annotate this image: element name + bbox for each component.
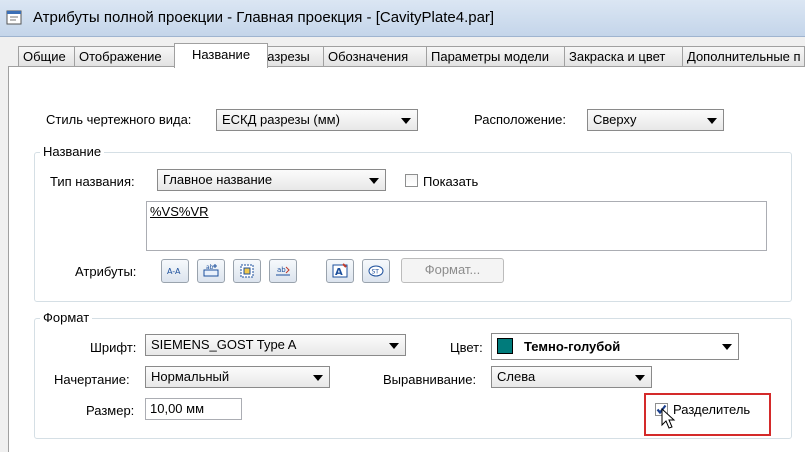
drawing-view-style-label: Стиль чертежного вида: <box>46 112 192 127</box>
underline-field-icon: ab <box>276 266 290 276</box>
tab-annotations[interactable]: Обозначения <box>323 46 427 66</box>
alignment-value: Слева <box>497 369 536 384</box>
font-style-value: Нормальный <box>151 369 230 384</box>
chevron-down-icon <box>722 344 732 350</box>
drawing-view-style-value: ЕСКД разрезы (мм) <box>222 112 340 127</box>
window-title: Атрибуты полной проекции - Главная проек… <box>33 9 495 26</box>
symbol-button[interactable]: ST <box>362 259 390 283</box>
app-icon <box>6 10 22 25</box>
name-type-value: Главное название <box>163 172 273 187</box>
attributes-label: Атрибуты: <box>75 264 137 279</box>
tab-model-parameters[interactable]: Параметры модели <box>426 46 565 66</box>
format-button[interactable]: Формат... <box>401 258 504 283</box>
font-value: SIEMENS_GOST Type A <box>151 337 297 352</box>
section-label-button[interactable]: A-A <box>161 259 189 283</box>
svg-text:ab: ab <box>206 264 214 271</box>
svg-text:ST: ST <box>372 269 380 276</box>
tab-display[interactable]: Отображение <box>74 46 187 66</box>
separator-label: Разделитель <box>673 402 751 417</box>
name-group-title: Название <box>40 144 105 159</box>
size-label: Размер: <box>86 403 135 418</box>
tab-shading-color[interactable]: Закраска и цвет <box>564 46 683 66</box>
font-label: Шрифт: <box>90 340 137 355</box>
color-value: Темно-голубой <box>524 339 621 354</box>
table-field-icon <box>240 264 254 278</box>
insert-property-button[interactable]: ab <box>197 259 225 283</box>
drawing-view-style-combo[interactable]: ЕСКД разрезы (мм) <box>216 109 418 131</box>
section-label-icon: A-A <box>167 267 181 276</box>
insert-property-icon: ab <box>203 264 219 277</box>
title-bar: Атрибуты полной проекции - Главная проек… <box>0 0 805 37</box>
chevron-down-icon <box>389 343 399 349</box>
svg-text:A: A <box>335 267 343 278</box>
tab-name[interactable]: Название <box>174 43 268 68</box>
text-format-button[interactable]: A <box>326 259 354 283</box>
tab-strip: Общие Отображение Название Разрезы Обозн… <box>14 43 805 68</box>
font-style-label: Начертание: <box>54 372 130 387</box>
color-combo[interactable]: Темно-голубой <box>491 333 739 360</box>
svg-text:A-A: A-A <box>167 267 181 276</box>
tab-general[interactable]: Общие <box>18 46 75 66</box>
underline-field-button[interactable]: ab <box>269 259 297 283</box>
show-checkbox[interactable] <box>405 174 418 187</box>
symbol-icon: ST <box>368 265 384 277</box>
name-text-area[interactable]: %VS%VR <box>146 201 767 251</box>
tab-additional[interactable]: Дополнительные п <box>682 46 805 66</box>
name-type-combo[interactable]: Главное название <box>157 169 386 191</box>
position-value: Сверху <box>593 112 637 127</box>
show-label: Показать <box>423 174 479 189</box>
table-field-button[interactable] <box>233 259 261 283</box>
font-combo[interactable]: SIEMENS_GOST Type A <box>145 334 406 356</box>
color-swatch <box>497 338 513 354</box>
format-group-title: Формат <box>40 310 93 325</box>
color-label: Цвет: <box>450 340 483 355</box>
chevron-down-icon <box>635 375 645 381</box>
name-type-label: Тип названия: <box>50 174 135 189</box>
chevron-down-icon <box>313 375 323 381</box>
alignment-combo[interactable]: Слева <box>491 366 652 388</box>
chevron-down-icon <box>369 178 379 184</box>
position-label: Расположение: <box>474 112 566 127</box>
chevron-down-icon <box>401 118 411 124</box>
text-format-icon: A <box>332 263 348 278</box>
chevron-down-icon <box>707 118 717 124</box>
size-input[interactable]: 10,00 мм <box>145 398 242 420</box>
alignment-label: Выравнивание: <box>383 372 477 387</box>
svg-text:ab: ab <box>277 266 286 274</box>
position-combo[interactable]: Сверху <box>587 109 724 131</box>
name-text-value: %VS%VR <box>150 204 209 219</box>
font-style-combo[interactable]: Нормальный <box>145 366 330 388</box>
mouse-cursor-icon <box>661 408 676 429</box>
